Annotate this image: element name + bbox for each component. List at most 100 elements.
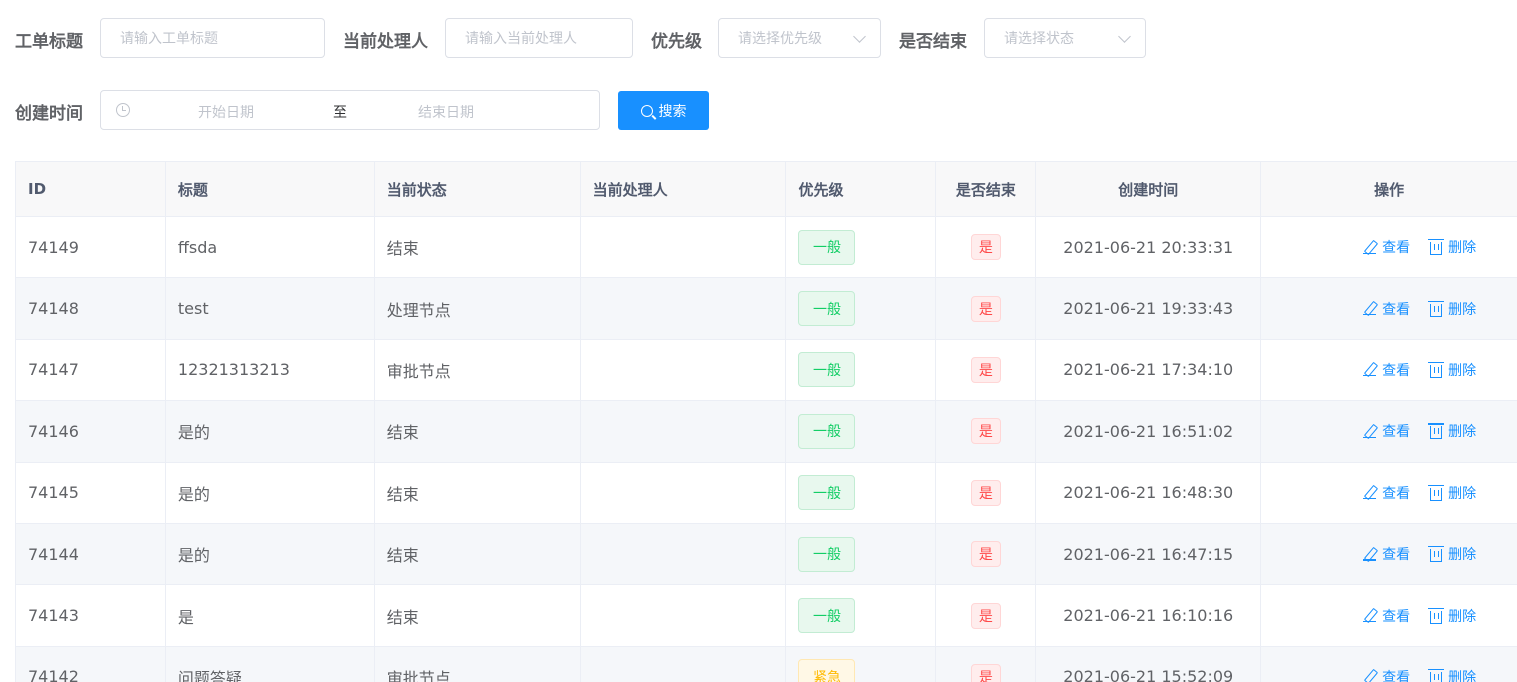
cell-priority: 紧急 xyxy=(786,646,937,682)
delete-button[interactable]: 删除 xyxy=(1428,606,1476,626)
cell-created: 2021-06-21 19:33:43 xyxy=(1036,278,1262,339)
search-button-label: 搜索 xyxy=(658,103,687,120)
delete-label: 删除 xyxy=(1448,485,1477,502)
edit-icon xyxy=(1363,241,1377,254)
delete-button[interactable]: 删除 xyxy=(1428,421,1476,441)
view-button[interactable]: 查看 xyxy=(1363,544,1410,564)
cell-status: 结束 xyxy=(375,585,581,646)
delete-button[interactable]: 删除 xyxy=(1428,237,1476,257)
trash-icon xyxy=(1428,300,1445,317)
chevron-down-icon xyxy=(853,30,866,43)
view-button[interactable]: 查看 xyxy=(1363,667,1410,682)
cell-id: 74143 xyxy=(16,585,166,646)
cell-id: 74149 xyxy=(16,217,166,278)
handler-input[interactable]: 请输入当前处理人 xyxy=(445,18,633,58)
search-button[interactable]: 搜索 xyxy=(618,91,709,130)
start-date-input[interactable]: 开始日期 xyxy=(198,102,254,122)
cell-id: 74145 xyxy=(16,462,166,523)
view-label: 查看 xyxy=(1382,608,1411,625)
cell-actions: 查看 删除 xyxy=(1261,585,1517,645)
cell-actions: 查看 删除 xyxy=(1261,463,1517,523)
cell-id: 74144 xyxy=(16,523,166,585)
cell-title: 是的 xyxy=(166,401,375,462)
view-button[interactable]: 查看 xyxy=(1363,606,1410,626)
finished-tag: 是 xyxy=(970,602,1001,629)
view-button[interactable]: 查看 xyxy=(1363,237,1410,257)
cell-actions: 查看 删除 xyxy=(1261,340,1517,400)
edit-icon xyxy=(1363,609,1377,623)
delete-label: 删除 xyxy=(1448,547,1477,564)
cell-status: 结束 xyxy=(375,523,581,585)
delete-button[interactable]: 删除 xyxy=(1428,360,1477,380)
table-row: 74148 test 处理节点 一般 是 2021-06-21 19:33:43… xyxy=(16,278,1517,340)
view-label: 查看 xyxy=(1382,424,1411,441)
view-button[interactable]: 查看 xyxy=(1363,299,1410,319)
cell-handler xyxy=(581,523,787,585)
finished-tag: 是 xyxy=(970,541,1001,568)
table-row: 74147 12321313213 审批节点 一般 是 2021-06-21 1… xyxy=(16,339,1517,402)
delete-button[interactable]: 删除 xyxy=(1428,483,1477,503)
cell-id: 74148 xyxy=(16,278,166,339)
title-input[interactable]: 请输入工单标题 xyxy=(100,18,325,58)
cell-priority: 一般 xyxy=(786,401,937,462)
cell-status: 结束 xyxy=(375,462,581,523)
trash-icon xyxy=(1428,423,1445,440)
created-filter-label: 创建时间 xyxy=(15,104,83,124)
cell-finished: 是 xyxy=(936,401,1037,462)
cell-finished: 是 xyxy=(936,278,1037,339)
cell-finished: 是 xyxy=(936,523,1037,585)
view-button[interactable]: 查看 xyxy=(1363,421,1410,441)
col-header-status: 当前状态 xyxy=(375,162,581,216)
cell-priority: 一般 xyxy=(786,217,937,278)
table-header: ID 标题 当前状态 当前处理人 优先级 是否结束 创建时间 操作 xyxy=(16,162,1517,217)
edit-icon xyxy=(1363,548,1377,561)
priority-tag: 紧急 xyxy=(798,659,856,682)
delete-button[interactable]: 删除 xyxy=(1428,544,1477,564)
delete-button[interactable]: 删除 xyxy=(1428,299,1476,319)
table-row: 74142 问题答疑 审批节点 紧急 是 2021-06-21 15:52:09… xyxy=(16,646,1517,682)
edit-icon xyxy=(1363,302,1377,316)
finished-tag: 是 xyxy=(970,295,1001,322)
col-header-finished: 是否结束 xyxy=(936,162,1037,216)
range-separator: 至 xyxy=(333,105,347,121)
cell-handler xyxy=(581,585,787,646)
finished-tag: 是 xyxy=(970,418,1001,445)
cell-actions: 查看 删除 xyxy=(1261,647,1517,682)
cell-status: 审批节点 xyxy=(375,339,581,401)
date-range-picker[interactable]: 开始日期 至 结束日期 xyxy=(100,90,600,130)
cell-actions: 查看 删除 xyxy=(1261,401,1517,461)
cell-priority: 一般 xyxy=(786,462,937,523)
finished-tag: 是 xyxy=(970,663,1001,682)
priority-select[interactable]: 请选择优先级 xyxy=(718,18,881,58)
priority-tag: 一般 xyxy=(798,413,856,449)
finished-select[interactable]: 请选择状态 xyxy=(984,18,1146,58)
cell-title: 是 xyxy=(166,585,375,646)
cell-created: 2021-06-21 16:47:15 xyxy=(1036,523,1262,585)
cell-status: 处理节点 xyxy=(375,278,581,339)
table-row: 74144 是的 结束 一般 是 2021-06-21 16:47:15 查看 … xyxy=(16,523,1517,586)
title-filter-label: 工单标题 xyxy=(15,32,83,52)
cell-finished: 是 xyxy=(936,462,1037,523)
cell-status: 结束 xyxy=(375,217,581,278)
cell-handler xyxy=(581,401,787,462)
finished-filter-label: 是否结束 xyxy=(899,32,967,52)
delete-button[interactable]: 删除 xyxy=(1428,667,1476,682)
finished-tag: 是 xyxy=(970,479,1001,506)
priority-tag: 一般 xyxy=(798,475,856,511)
priority-tag: 一般 xyxy=(798,536,856,572)
view-button[interactable]: 查看 xyxy=(1363,360,1410,380)
finished-tag: 是 xyxy=(970,234,1001,261)
cell-handler xyxy=(581,217,787,278)
col-header-priority: 优先级 xyxy=(786,162,937,216)
search-icon xyxy=(640,104,653,117)
cell-title: ffsda xyxy=(166,217,375,278)
end-date-input[interactable]: 结束日期 xyxy=(418,102,474,122)
priority-select-placeholder: 请选择优先级 xyxy=(738,31,822,47)
cell-actions: 查看 删除 xyxy=(1261,217,1517,277)
cell-status: 结束 xyxy=(375,401,581,462)
handler-input-placeholder: 请输入当前处理人 xyxy=(465,31,577,47)
view-button[interactable]: 查看 xyxy=(1363,483,1410,503)
view-label: 查看 xyxy=(1382,301,1411,318)
delete-label: 删除 xyxy=(1448,362,1477,379)
col-header-created: 创建时间 xyxy=(1036,162,1262,216)
